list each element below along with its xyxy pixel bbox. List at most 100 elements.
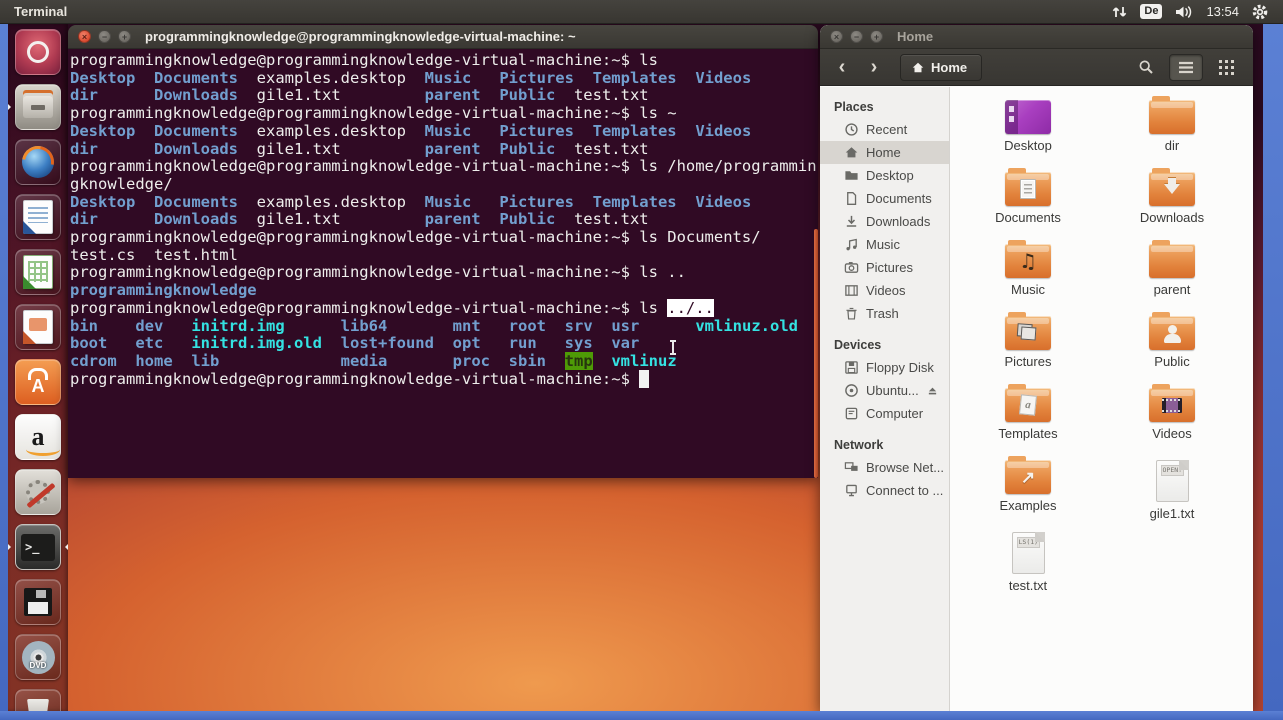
file-label: Documents	[995, 210, 1061, 225]
file-label: Music	[1011, 282, 1045, 297]
note-emblem-icon: ♫	[1019, 249, 1037, 273]
minimize-button[interactable]: −	[98, 30, 111, 43]
terminal-output[interactable]: programmingknowledge@programmingknowledg…	[68, 49, 818, 478]
launcher-row: A	[8, 359, 68, 405]
launcher-libreoffice-impress-icon[interactable]	[15, 304, 61, 350]
file-item-documents[interactable]: Documents	[956, 168, 1100, 241]
down-emblem-icon	[1149, 172, 1195, 206]
close-button[interactable]: ×	[78, 30, 91, 43]
clock[interactable]: 13:54	[1206, 4, 1239, 19]
file-label: dir	[1164, 138, 1180, 153]
launcher-row	[8, 634, 68, 680]
file-item-music[interactable]: ♫ Music	[956, 240, 1100, 313]
window-controls: × − +	[78, 30, 131, 43]
sidebar-item-home[interactable]: Home	[820, 141, 949, 164]
doc-icon	[847, 192, 857, 205]
ubuntu-dash-glyph	[27, 41, 49, 63]
launcher-libreoffice-calc-icon[interactable]	[15, 249, 61, 295]
forward-button[interactable]: ›	[862, 57, 886, 77]
grid-view-button[interactable]	[1209, 54, 1243, 81]
folder-icon	[1149, 312, 1195, 350]
file-item-desktop[interactable]: Desktop	[956, 97, 1100, 169]
sidebar-item-browse-net[interactable]: Browse Net...	[820, 456, 949, 479]
back-button[interactable]: ‹	[830, 57, 854, 77]
volume-icon[interactable]	[1174, 4, 1194, 20]
terminal-line: dir Downloads gile1.txt parent Public te…	[70, 139, 649, 158]
launcher-terminal-icon[interactable]: >_	[15, 524, 61, 570]
session-gear-icon[interactable]	[1251, 3, 1269, 21]
sidebar-item-computer[interactable]: Computer	[820, 402, 949, 425]
template-emblem-icon: a	[1005, 388, 1051, 422]
file-item-examples[interactable]: ↗ Examples	[956, 456, 1100, 529]
sidebar-item-videos[interactable]: Videos	[820, 279, 949, 302]
launcher-amazon-icon[interactable]: a	[15, 414, 61, 460]
file-item-dir[interactable]: dir	[1100, 96, 1244, 169]
dvd-disc-glyph	[21, 640, 55, 674]
launcher-trash-icon[interactable]	[15, 689, 61, 711]
files-titlebar[interactable]: × − + Home	[820, 25, 1253, 49]
file-item-downloads[interactable]: Downloads	[1100, 168, 1244, 241]
launcher-floppy-disk-icon[interactable]	[15, 579, 61, 625]
folder-icon	[1149, 240, 1195, 278]
sidebar-item-ubuntu[interactable]: Ubuntu...	[820, 379, 949, 402]
launcher-libreoffice-writer-icon[interactable]	[15, 194, 61, 240]
frame-edge-left	[0, 24, 8, 720]
file-item-public[interactable]: Public	[1100, 312, 1244, 385]
clock-icon	[845, 123, 858, 136]
terminal-titlebar[interactable]: × − + programmingknowledge@programmingkn…	[68, 25, 818, 49]
files-file-manager-glyph	[23, 96, 53, 118]
list-view-button[interactable]	[1169, 53, 1203, 81]
launcher-row: a	[8, 414, 68, 460]
maximize-button[interactable]: +	[870, 30, 883, 43]
sidebar-item-downloads[interactable]: Downloads	[820, 210, 949, 233]
sidebar-item-label: Home	[866, 145, 901, 160]
launcher-ubuntu-software-center-icon[interactable]: A	[15, 359, 61, 405]
film-icon	[845, 285, 858, 296]
sidebar-section-header: Devices	[834, 338, 882, 352]
close-button[interactable]: ×	[830, 30, 843, 43]
sidebar-section-header: Network	[834, 438, 884, 452]
file-item-videos[interactable]: Videos	[1100, 384, 1244, 457]
eject-icon[interactable]	[926, 384, 939, 397]
sidebar-item-connect-to[interactable]: Connect to ...	[820, 479, 949, 502]
sidebar-item-trash[interactable]: Trash	[820, 302, 949, 325]
floppy-disk-glyph	[24, 588, 52, 616]
search-icon[interactable]	[1129, 54, 1163, 81]
file-item-parent[interactable]: parent	[1100, 240, 1244, 313]
file-item-templates[interactable]: a Templates	[956, 384, 1100, 457]
launcher-row	[8, 29, 68, 75]
launcher-ubuntu-dash-icon[interactable]	[15, 29, 61, 75]
network-updown-icon[interactable]	[1111, 4, 1128, 20]
sidebar-item-music[interactable]: Music	[820, 233, 949, 256]
file-item-pictures[interactable]: Pictures	[956, 312, 1100, 385]
sidebar-item-recent[interactable]: Recent	[820, 118, 949, 141]
minimize-button[interactable]: −	[850, 30, 863, 43]
file-item-gile1-txt[interactable]: OPEN! gile1.txt	[1100, 457, 1244, 529]
folder-icon: ♫	[1005, 240, 1051, 278]
launcher-system-settings-icon[interactable]	[15, 469, 61, 515]
trash-icon	[846, 307, 857, 320]
active-app-title: Terminal	[14, 4, 68, 19]
sidebar-item-pictures[interactable]: Pictures	[820, 256, 949, 279]
launcher-row	[8, 249, 68, 295]
sidebar-item-desktop[interactable]: Desktop	[820, 164, 949, 187]
terminal-window: × − + programmingknowledge@programmingkn…	[68, 25, 818, 478]
folder-icon: a	[1005, 384, 1051, 422]
file-label: Downloads	[1139, 210, 1205, 225]
doc-emblem-icon	[1005, 172, 1051, 206]
launcher-firefox-browser-icon[interactable]	[15, 139, 61, 185]
launcher-files-file-manager-icon[interactable]	[15, 84, 61, 130]
terminal-line: cdrom home lib media proc sbin tmp vmlin…	[70, 351, 677, 370]
desktop-icon	[1005, 100, 1051, 134]
file-label: Pictures	[1004, 354, 1052, 369]
launcher-dvd-disc-icon[interactable]	[15, 634, 61, 680]
sidebar-item-floppy-disk[interactable]: Floppy Disk	[820, 356, 949, 379]
breadcrumb[interactable]: Home	[900, 53, 983, 81]
maximize-button[interactable]: +	[118, 30, 131, 43]
file-item-test-txt[interactable]: LS(1) test.txt	[956, 529, 1100, 601]
file-label: Templates	[998, 426, 1058, 441]
folder-icon	[1149, 96, 1195, 134]
terminal-scrollbar[interactable]	[814, 228, 818, 478]
keyboard-layout-indicator[interactable]: De	[1140, 3, 1163, 20]
sidebar-item-documents[interactable]: Documents	[820, 187, 949, 210]
